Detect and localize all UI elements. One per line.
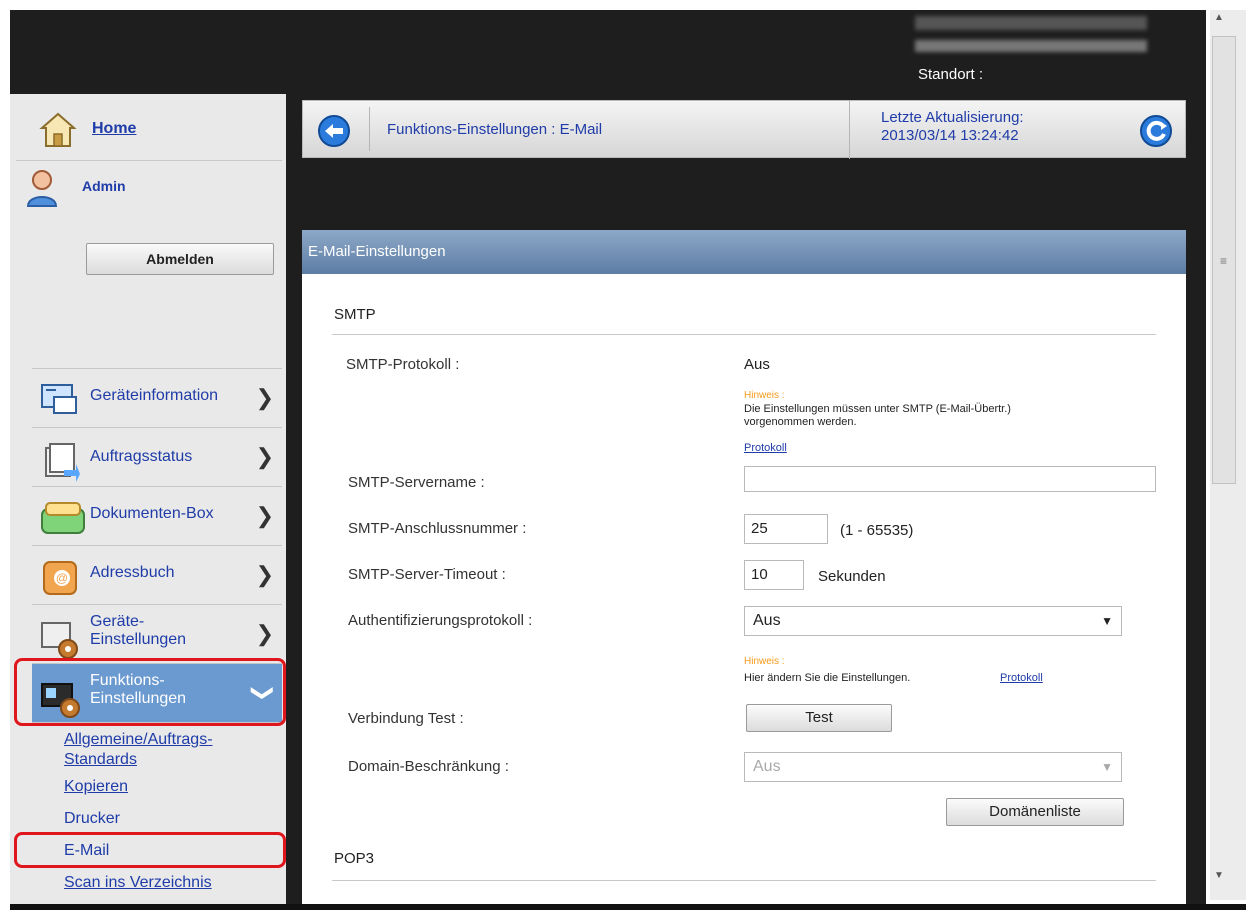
section-divider	[332, 334, 1156, 335]
dropdown-arrow-icon: ▼	[1101, 760, 1113, 774]
refresh-icon[interactable]	[1139, 114, 1173, 153]
auth-protocol-value: Aus	[753, 612, 781, 629]
browser-window: Standort : Home Admin Abmelden Geräteinf…	[0, 0, 1254, 910]
scroll-down-arrow-icon[interactable]: ▼	[1214, 870, 1224, 881]
back-arrow-icon[interactable]	[317, 114, 351, 153]
scroll-up-arrow-icon[interactable]: ▲	[1214, 12, 1224, 23]
last-update-info: Letzte Aktualisierung: 2013/03/14 13:24:…	[881, 109, 1024, 145]
admin-label: Admin	[82, 178, 126, 194]
server-name-input[interactable]	[744, 466, 1156, 492]
last-update-time: 2013/03/14 13:24:42	[881, 127, 1019, 144]
subitem-scan-to-folder[interactable]: Scan ins Verzeichnis	[64, 874, 212, 892]
document-box-icon	[40, 501, 86, 540]
hint-label: Hinweis :	[744, 390, 785, 401]
dropdown-arrow-icon: ▼	[1101, 614, 1113, 628]
location-label: Standort :	[918, 66, 984, 83]
section-pop3: POP3	[334, 850, 375, 867]
smtp-protocol-label: SMTP-Protokoll :	[346, 356, 460, 373]
protocol-link[interactable]: Protokoll	[1000, 672, 1043, 684]
job-status-icon	[40, 442, 80, 487]
chevron-right-icon: ❯	[255, 503, 274, 528]
subitem-general-job-defaults[interactable]: Allgemeine/Auftrags- Standards	[64, 730, 213, 770]
sidebar-item-job-status[interactable]: Auftragsstatus ❯	[32, 428, 282, 487]
hint-text: Hier ändern Sie die Einstellungen.	[744, 672, 911, 684]
chevron-right-icon: ❯	[255, 621, 274, 646]
port-range: (1 - 65535)	[840, 522, 914, 539]
domain-list-button[interactable]: Domänenliste	[946, 798, 1124, 826]
label-line: Allgemeine/Auftrags-	[64, 731, 213, 748]
highlight-annotation	[14, 658, 286, 726]
label-line: Geräte-	[90, 613, 145, 630]
hint-line: vorgenommen werden.	[744, 416, 857, 428]
port-input[interactable]: 25	[744, 514, 828, 544]
subitem-printer[interactable]: Drucker	[64, 810, 120, 828]
sidebar-item-label: Geräteinformation	[90, 387, 219, 404]
panel-title: E-Mail-Einstellungen	[302, 230, 1186, 274]
redacted-info	[915, 16, 1147, 30]
sidebar-item-label: Adressbuch	[90, 564, 175, 581]
connection-test-label: Verbindung Test :	[348, 710, 464, 727]
sidebar-item-label: Auftragsstatus	[90, 448, 193, 465]
home-row: Home	[16, 100, 282, 161]
sidebar-item-address-book[interactable]: @ Adressbuch ❯	[32, 546, 282, 605]
subitem-copy[interactable]: Kopieren	[64, 778, 128, 796]
highlight-annotation	[14, 832, 286, 868]
domain-restriction-label: Domain-Beschränkung :	[348, 758, 509, 775]
admin-avatar-icon	[22, 166, 62, 215]
logout-button[interactable]: Abmelden	[86, 243, 274, 275]
sidebar-item-label: Geräte- Einstellungen	[90, 613, 186, 649]
bottom-border	[10, 904, 1246, 910]
sidebar-item-device-info[interactable]: Geräteinformation ❯	[32, 369, 282, 428]
sidebar-item-device-settings[interactable]: Geräte- Einstellungen ❯	[32, 605, 282, 664]
smtp-protocol-value: Aus	[744, 356, 770, 373]
sidebar-item-document-box[interactable]: Dokumenten-Box ❯	[32, 487, 282, 546]
svg-text:@: @	[56, 571, 68, 585]
email-settings-panel: E-Mail-Einstellungen SMTP SMTP-Protokoll…	[302, 230, 1186, 910]
hint-text: Die Einstellungen müssen unter SMTP (E-M…	[744, 403, 1011, 429]
label-line: Standards	[64, 751, 137, 768]
page-header-bar: Funktions-Einstellungen : E-Mail Letzte …	[302, 100, 1186, 159]
divider	[369, 107, 370, 151]
server-name-label: SMTP-Servername :	[348, 474, 485, 491]
test-button[interactable]: Test	[746, 704, 892, 732]
address-book-icon: @	[40, 560, 80, 601]
panel-title-text: E-Mail-Einstellungen	[308, 243, 446, 260]
domain-restriction-value: Aus	[753, 758, 781, 775]
protocol-link[interactable]: Protokoll	[744, 442, 787, 454]
hint-line: Die Einstellungen müssen unter SMTP (E-M…	[744, 403, 1011, 415]
auth-protocol-label: Authentifizierungsprotokoll :	[348, 612, 533, 629]
chevron-right-icon: ❯	[255, 562, 274, 587]
redacted-info	[915, 40, 1147, 52]
domain-restriction-select[interactable]: Aus ▼	[744, 752, 1122, 782]
chevron-right-icon: ❯	[255, 444, 274, 469]
hint-label: Hinweis :	[744, 656, 785, 667]
home-icon	[38, 110, 78, 155]
section-divider	[332, 880, 1156, 881]
timeout-label: SMTP-Server-Timeout :	[348, 566, 506, 583]
section-smtp: SMTP	[334, 306, 376, 323]
timeout-unit: Sekunden	[818, 568, 886, 585]
device-info-icon	[40, 383, 80, 422]
home-link[interactable]: Home	[92, 120, 136, 138]
sidebar-item-label: Dokumenten-Box	[90, 505, 214, 522]
auth-protocol-select[interactable]: Aus ▼	[744, 606, 1122, 636]
scroll-grip-icon: ≡	[1220, 254, 1228, 268]
port-label: SMTP-Anschlussnummer :	[348, 520, 527, 537]
breadcrumb: Funktions-Einstellungen : E-Mail	[387, 121, 603, 138]
last-update-label: Letzte Aktualisierung:	[881, 109, 1024, 126]
chevron-right-icon: ❯	[255, 385, 274, 410]
label-line: Einstellungen	[90, 631, 187, 648]
divider	[849, 101, 850, 159]
timeout-input[interactable]: 10	[744, 560, 804, 590]
